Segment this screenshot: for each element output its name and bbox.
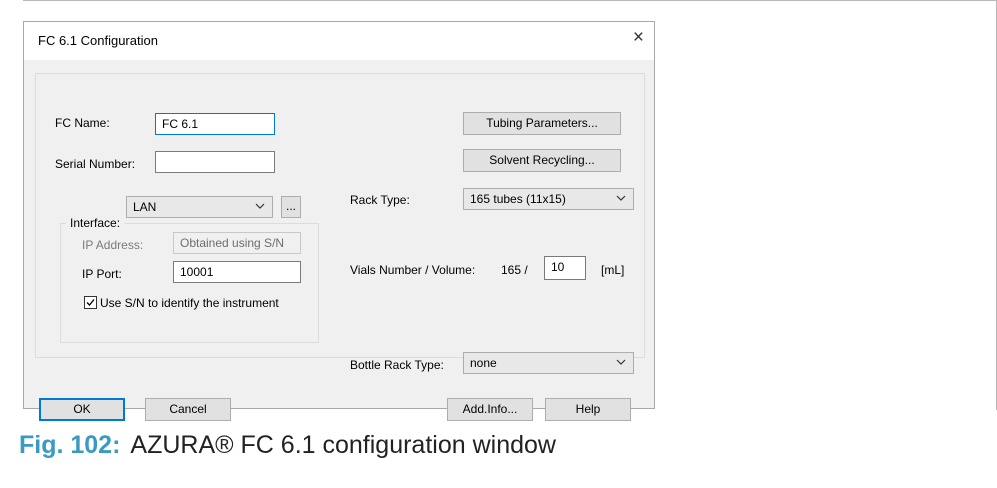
serial-number-input[interactable] [155, 151, 275, 173]
interface-group-header: Interface: [66, 212, 125, 234]
vials-unit-label: [mL] [601, 263, 625, 277]
vials-volume-input[interactable]: 10 [544, 256, 586, 280]
vials-number-volume-label: Vials Number / Volume: [350, 263, 476, 277]
dialog-client-area: FC Name: FC 6.1 Serial Number: Interface… [24, 60, 654, 421]
add-info-button[interactable]: Add.Info... [447, 398, 533, 421]
figure-number: Fig. 102: [19, 431, 121, 459]
vials-number-value: 165 / [501, 263, 528, 277]
ok-button[interactable]: OK [39, 398, 125, 421]
fc-name-input[interactable]: FC 6.1 [155, 113, 275, 135]
interface-label: Interface: [70, 216, 121, 230]
chevron-down-icon [616, 195, 626, 201]
checkmark-icon [86, 299, 95, 306]
rack-type-value: 165 tubes (11x15) [470, 192, 566, 206]
use-sn-label[interactable]: Use S/N to identify the instrument [100, 296, 279, 310]
dialog-title: FC 6.1 Configuration [38, 33, 158, 48]
bottle-rack-type-select[interactable]: none [463, 352, 634, 374]
ip-port-input[interactable]: 10001 [173, 261, 301, 283]
cancel-button[interactable]: Cancel [145, 398, 231, 421]
chevron-down-icon [255, 203, 265, 209]
ip-port-label: IP Port: [82, 267, 122, 281]
figure-caption-text: AZURA® FC 6.1 configuration window [130, 431, 556, 459]
close-icon[interactable]: × [633, 28, 644, 48]
use-sn-checkbox[interactable] [84, 296, 97, 309]
fc-name-label: FC Name: [55, 116, 110, 130]
rack-type-label: Rack Type: [350, 193, 410, 207]
configuration-dialog: FC 6.1 Configuration × FC Name: FC 6.1 S… [23, 21, 655, 421]
bottle-rack-type-value: none [470, 356, 497, 370]
bottle-rack-type-label: Bottle Rack Type: [350, 358, 444, 372]
ip-address-label: IP Address: [82, 238, 144, 252]
chevron-down-icon [616, 359, 626, 365]
help-button[interactable]: Help [545, 398, 631, 421]
title-bar: FC 6.1 Configuration × [24, 22, 654, 60]
page-frame-top-line [23, 0, 997, 1]
interface-value: LAN [133, 200, 157, 214]
ip-address-input: Obtained using S/N [173, 232, 301, 254]
interface-browse-button[interactable]: ... [281, 196, 301, 218]
solvent-recycling-button[interactable]: Solvent Recycling... [463, 149, 621, 172]
figure-caption: Fig. 102: AZURA® FC 6.1 configuration win… [19, 431, 556, 460]
tubing-parameters-button[interactable]: Tubing Parameters... [463, 112, 621, 135]
serial-number-label: Serial Number: [55, 157, 136, 171]
interface-select[interactable]: LAN [126, 196, 273, 218]
rack-type-select[interactable]: 165 tubes (11x15) [463, 188, 634, 210]
